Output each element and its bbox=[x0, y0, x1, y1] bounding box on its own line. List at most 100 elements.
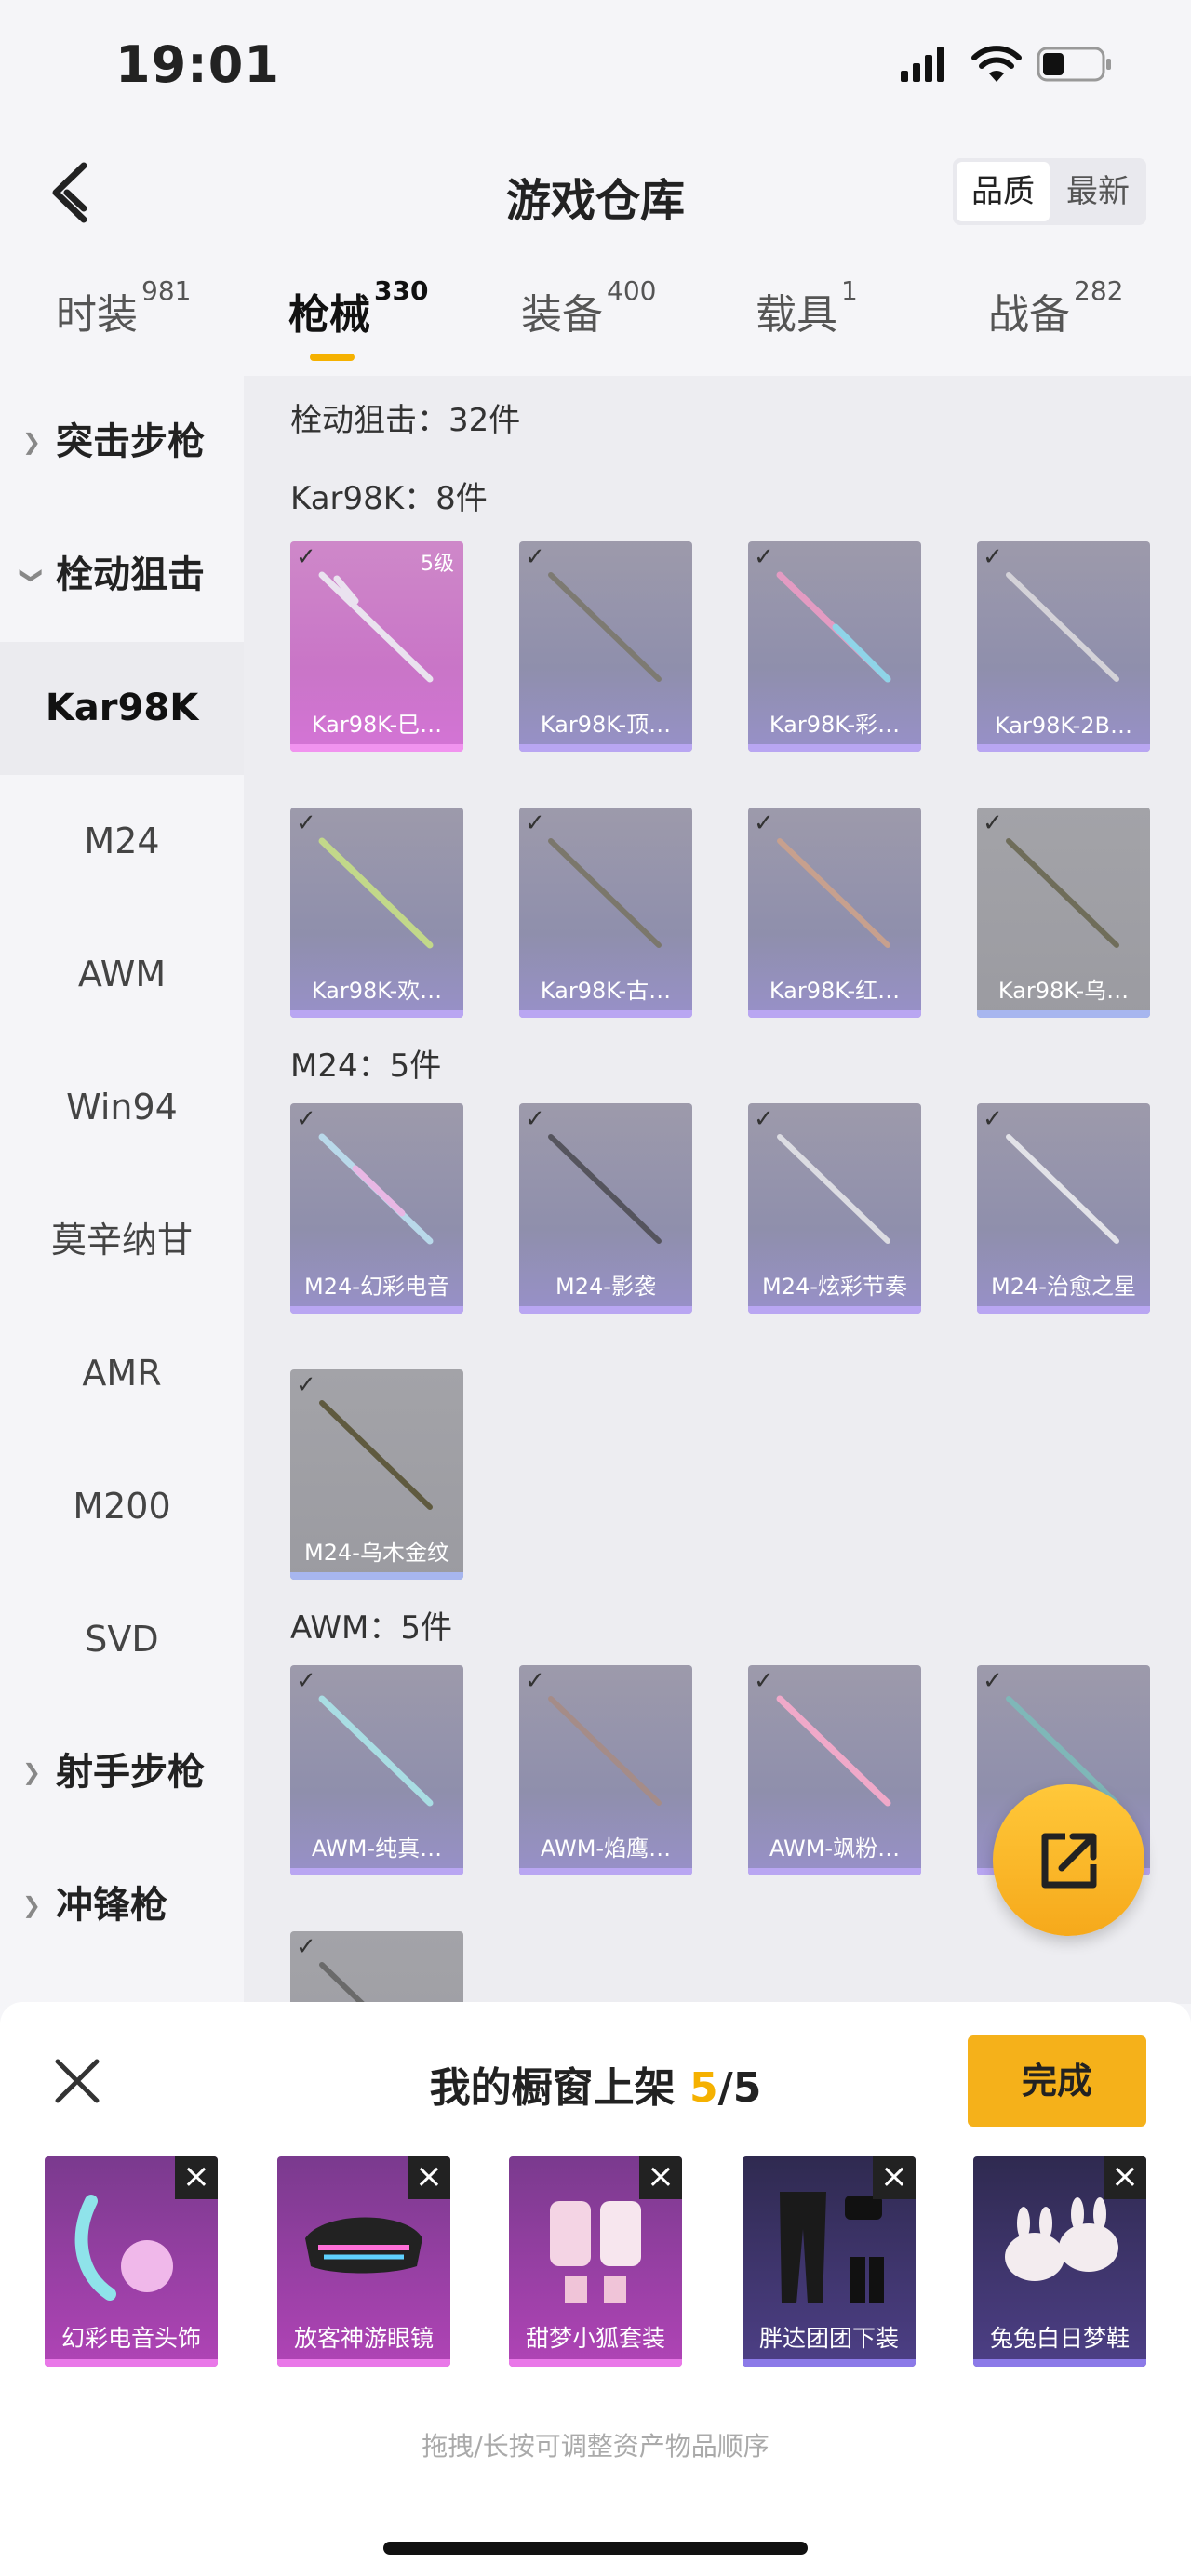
showcase-sheet: 我的橱窗上架 5/5 完成 × 幻彩电音头饰 × 放客神游眼镜 × 甜梦小狐套装… bbox=[0, 2002, 1191, 2576]
rifle-icon bbox=[319, 1962, 367, 2004]
item-card[interactable]: ✓ bbox=[290, 1931, 463, 2004]
rifle-icon bbox=[776, 1695, 891, 1807]
remove-icon[interactable]: × bbox=[873, 2156, 916, 2199]
item-name: Kar98K-顶… bbox=[540, 712, 672, 738]
item-name: M24-乌木金纹 bbox=[304, 1540, 449, 1566]
item-name: Kar98K-巳… bbox=[311, 712, 443, 738]
item-card[interactable]: ✓ Kar98K-红… bbox=[748, 808, 921, 1018]
item-card[interactable]: ✓ M24-炫彩节奏 bbox=[748, 1103, 921, 1314]
rifle-icon bbox=[1006, 838, 1119, 948]
item-name: Kar98K-古… bbox=[540, 978, 672, 1004]
rifle-icon bbox=[319, 1400, 433, 1510]
showcase-item[interactable]: × 兔兔白日梦鞋 bbox=[973, 2156, 1146, 2367]
item-card[interactable]: ✓ AWM-飒粉… bbox=[748, 1665, 921, 1875]
rifle-icon bbox=[1006, 572, 1119, 682]
sidebar-item-smg[interactable]: ❯ 冲锋枪 bbox=[0, 1839, 244, 1972]
sort-toggle: 品质 最新 bbox=[953, 158, 1146, 225]
rifle-icon bbox=[1006, 1134, 1119, 1244]
tab-vehicles[interactable]: 载具1 bbox=[756, 275, 858, 340]
sort-newest-button[interactable]: 最新 bbox=[1051, 162, 1144, 221]
nav-bar: 游戏仓库 品质 最新 bbox=[0, 130, 1191, 251]
sidebar-item-marksman-rifle[interactable]: ❯ 射手步枪 bbox=[0, 1706, 244, 1839]
item-name: AWM-纯真… bbox=[311, 1835, 443, 1862]
item-card[interactable]: ✓ Kar98K-乌… bbox=[977, 808, 1150, 1018]
rifle-icon bbox=[548, 1696, 662, 1806]
check-icon: ✓ bbox=[754, 809, 774, 837]
share-button[interactable] bbox=[993, 1784, 1144, 1936]
showcase-item[interactable]: × 放客神游眼镜 bbox=[277, 2156, 450, 2367]
sidebar-item-svd[interactable]: SVD bbox=[0, 1573, 244, 1706]
item-card[interactable]: ✓ AWM-纯真… bbox=[290, 1665, 463, 1875]
remove-icon[interactable]: × bbox=[175, 2156, 218, 2199]
rifle-icon bbox=[318, 837, 434, 949]
reorder-hint: 拖拽/长按可调整资产物品顺序 bbox=[422, 2431, 769, 2462]
check-icon: ✓ bbox=[296, 543, 316, 571]
sidebar-item-amr[interactable]: AMR bbox=[0, 1307, 244, 1440]
group-title-m24: M24：5件 bbox=[290, 1048, 442, 1085]
sidebar-item-m200[interactable]: M200 bbox=[0, 1440, 244, 1573]
item-name: AWM-焰鹰… bbox=[540, 1835, 672, 1862]
sidebar-item-kar98k[interactable]: Kar98K bbox=[0, 642, 244, 775]
check-icon: ✓ bbox=[754, 1667, 774, 1695]
sidebar-item-awm[interactable]: AWM bbox=[0, 908, 244, 1041]
item-card[interactable]: ✓ 5级 Kar98K-巳… bbox=[290, 541, 463, 752]
item-card[interactable]: ✓ Kar98K-顶… bbox=[519, 541, 692, 752]
tab-equipment[interactable]: 装备400 bbox=[521, 275, 656, 340]
item-card[interactable]: ✓ Kar98K-2B… bbox=[977, 541, 1150, 752]
headwear-icon bbox=[74, 2195, 173, 2301]
check-icon: ✓ bbox=[983, 809, 1003, 837]
check-icon: ✓ bbox=[525, 809, 545, 837]
status-bar: 19:01 bbox=[0, 0, 1191, 130]
check-icon: ✓ bbox=[754, 1105, 774, 1133]
signal-icon bbox=[901, 47, 944, 82]
sort-quality-button[interactable]: 品质 bbox=[957, 162, 1050, 221]
item-card[interactable]: ✓ AWM-焰鹰… bbox=[519, 1665, 692, 1875]
rifle-icon bbox=[318, 1695, 434, 1807]
sidebar-item-mosin[interactable]: 莫辛纳甘 bbox=[0, 1174, 244, 1307]
item-card[interactable]: ✓ Kar98K-欢… bbox=[290, 808, 463, 1018]
rifle-icon bbox=[548, 1134, 662, 1244]
remove-icon[interactable]: × bbox=[1104, 2156, 1146, 2199]
showcase-item[interactable]: × 胖达团团下装 bbox=[743, 2156, 916, 2367]
item-card[interactable]: ✓ Kar98K-古… bbox=[519, 808, 692, 1018]
item-card[interactable]: ✓ M24-治愈之星 bbox=[977, 1103, 1150, 1314]
rifle-icon bbox=[777, 1134, 890, 1244]
section-total: 栓动狙击：32件 bbox=[290, 402, 521, 439]
group-title-awm: AWM：5件 bbox=[290, 1609, 452, 1647]
sidebar-item-m24[interactable]: M24 bbox=[0, 775, 244, 908]
check-icon: ✓ bbox=[296, 1105, 316, 1133]
item-card[interactable]: ✓ M24-影袭 bbox=[519, 1103, 692, 1314]
check-icon: ✓ bbox=[296, 1371, 316, 1399]
sidebar-item-bolt-sniper[interactable]: ❯ 栓动狙击 bbox=[0, 509, 244, 642]
sidebar-item-win94[interactable]: Win94 bbox=[0, 1041, 244, 1174]
remove-icon[interactable]: × bbox=[408, 2156, 450, 2199]
category-tabs: 时装981 枪械330 装备400 载具1 战备282 bbox=[0, 270, 1191, 372]
battery-icon bbox=[1037, 47, 1111, 82]
done-button[interactable]: 完成 bbox=[968, 2035, 1146, 2127]
home-indicator bbox=[383, 2542, 808, 2555]
check-icon: ✓ bbox=[296, 809, 316, 837]
showcase-item[interactable]: × 甜梦小狐套装 bbox=[509, 2156, 682, 2367]
glasses-icon bbox=[305, 2217, 422, 2274]
item-name: 甜梦小狐套装 bbox=[525, 2325, 665, 2352]
tab-guns[interactable]: 枪械330 bbox=[288, 275, 428, 340]
showcase-item[interactable]: × 幻彩电音头饰 bbox=[45, 2156, 218, 2367]
item-name: Kar98K-红… bbox=[769, 978, 901, 1004]
rifle-icon bbox=[318, 571, 434, 683]
remove-icon[interactable]: × bbox=[639, 2156, 682, 2199]
tab-supplies[interactable]: 战备282 bbox=[988, 275, 1123, 340]
item-name: 幻彩电音头饰 bbox=[60, 2325, 201, 2352]
item-name: Kar98K-欢… bbox=[311, 978, 443, 1004]
item-card[interactable]: ✓ Kar98K-彩… bbox=[748, 541, 921, 752]
item-card[interactable]: ✓ M24-乌木金纹 bbox=[290, 1369, 463, 1580]
sidebar-item-assault-rifle[interactable]: ❯ 突击步枪 bbox=[0, 376, 244, 509]
item-card[interactable]: ✓ M24-幻彩电音 bbox=[290, 1103, 463, 1314]
check-icon: ✓ bbox=[525, 543, 545, 571]
tab-fashion[interactable]: 时装981 bbox=[56, 275, 191, 340]
rifle-icon bbox=[318, 1133, 434, 1245]
tab-indicator bbox=[310, 354, 355, 361]
wifi-icon bbox=[971, 46, 1022, 82]
slippers-icon bbox=[1005, 2197, 1118, 2281]
item-name: Kar98K-2B… bbox=[994, 713, 1133, 739]
item-name: 兔兔白日梦鞋 bbox=[989, 2325, 1130, 2352]
